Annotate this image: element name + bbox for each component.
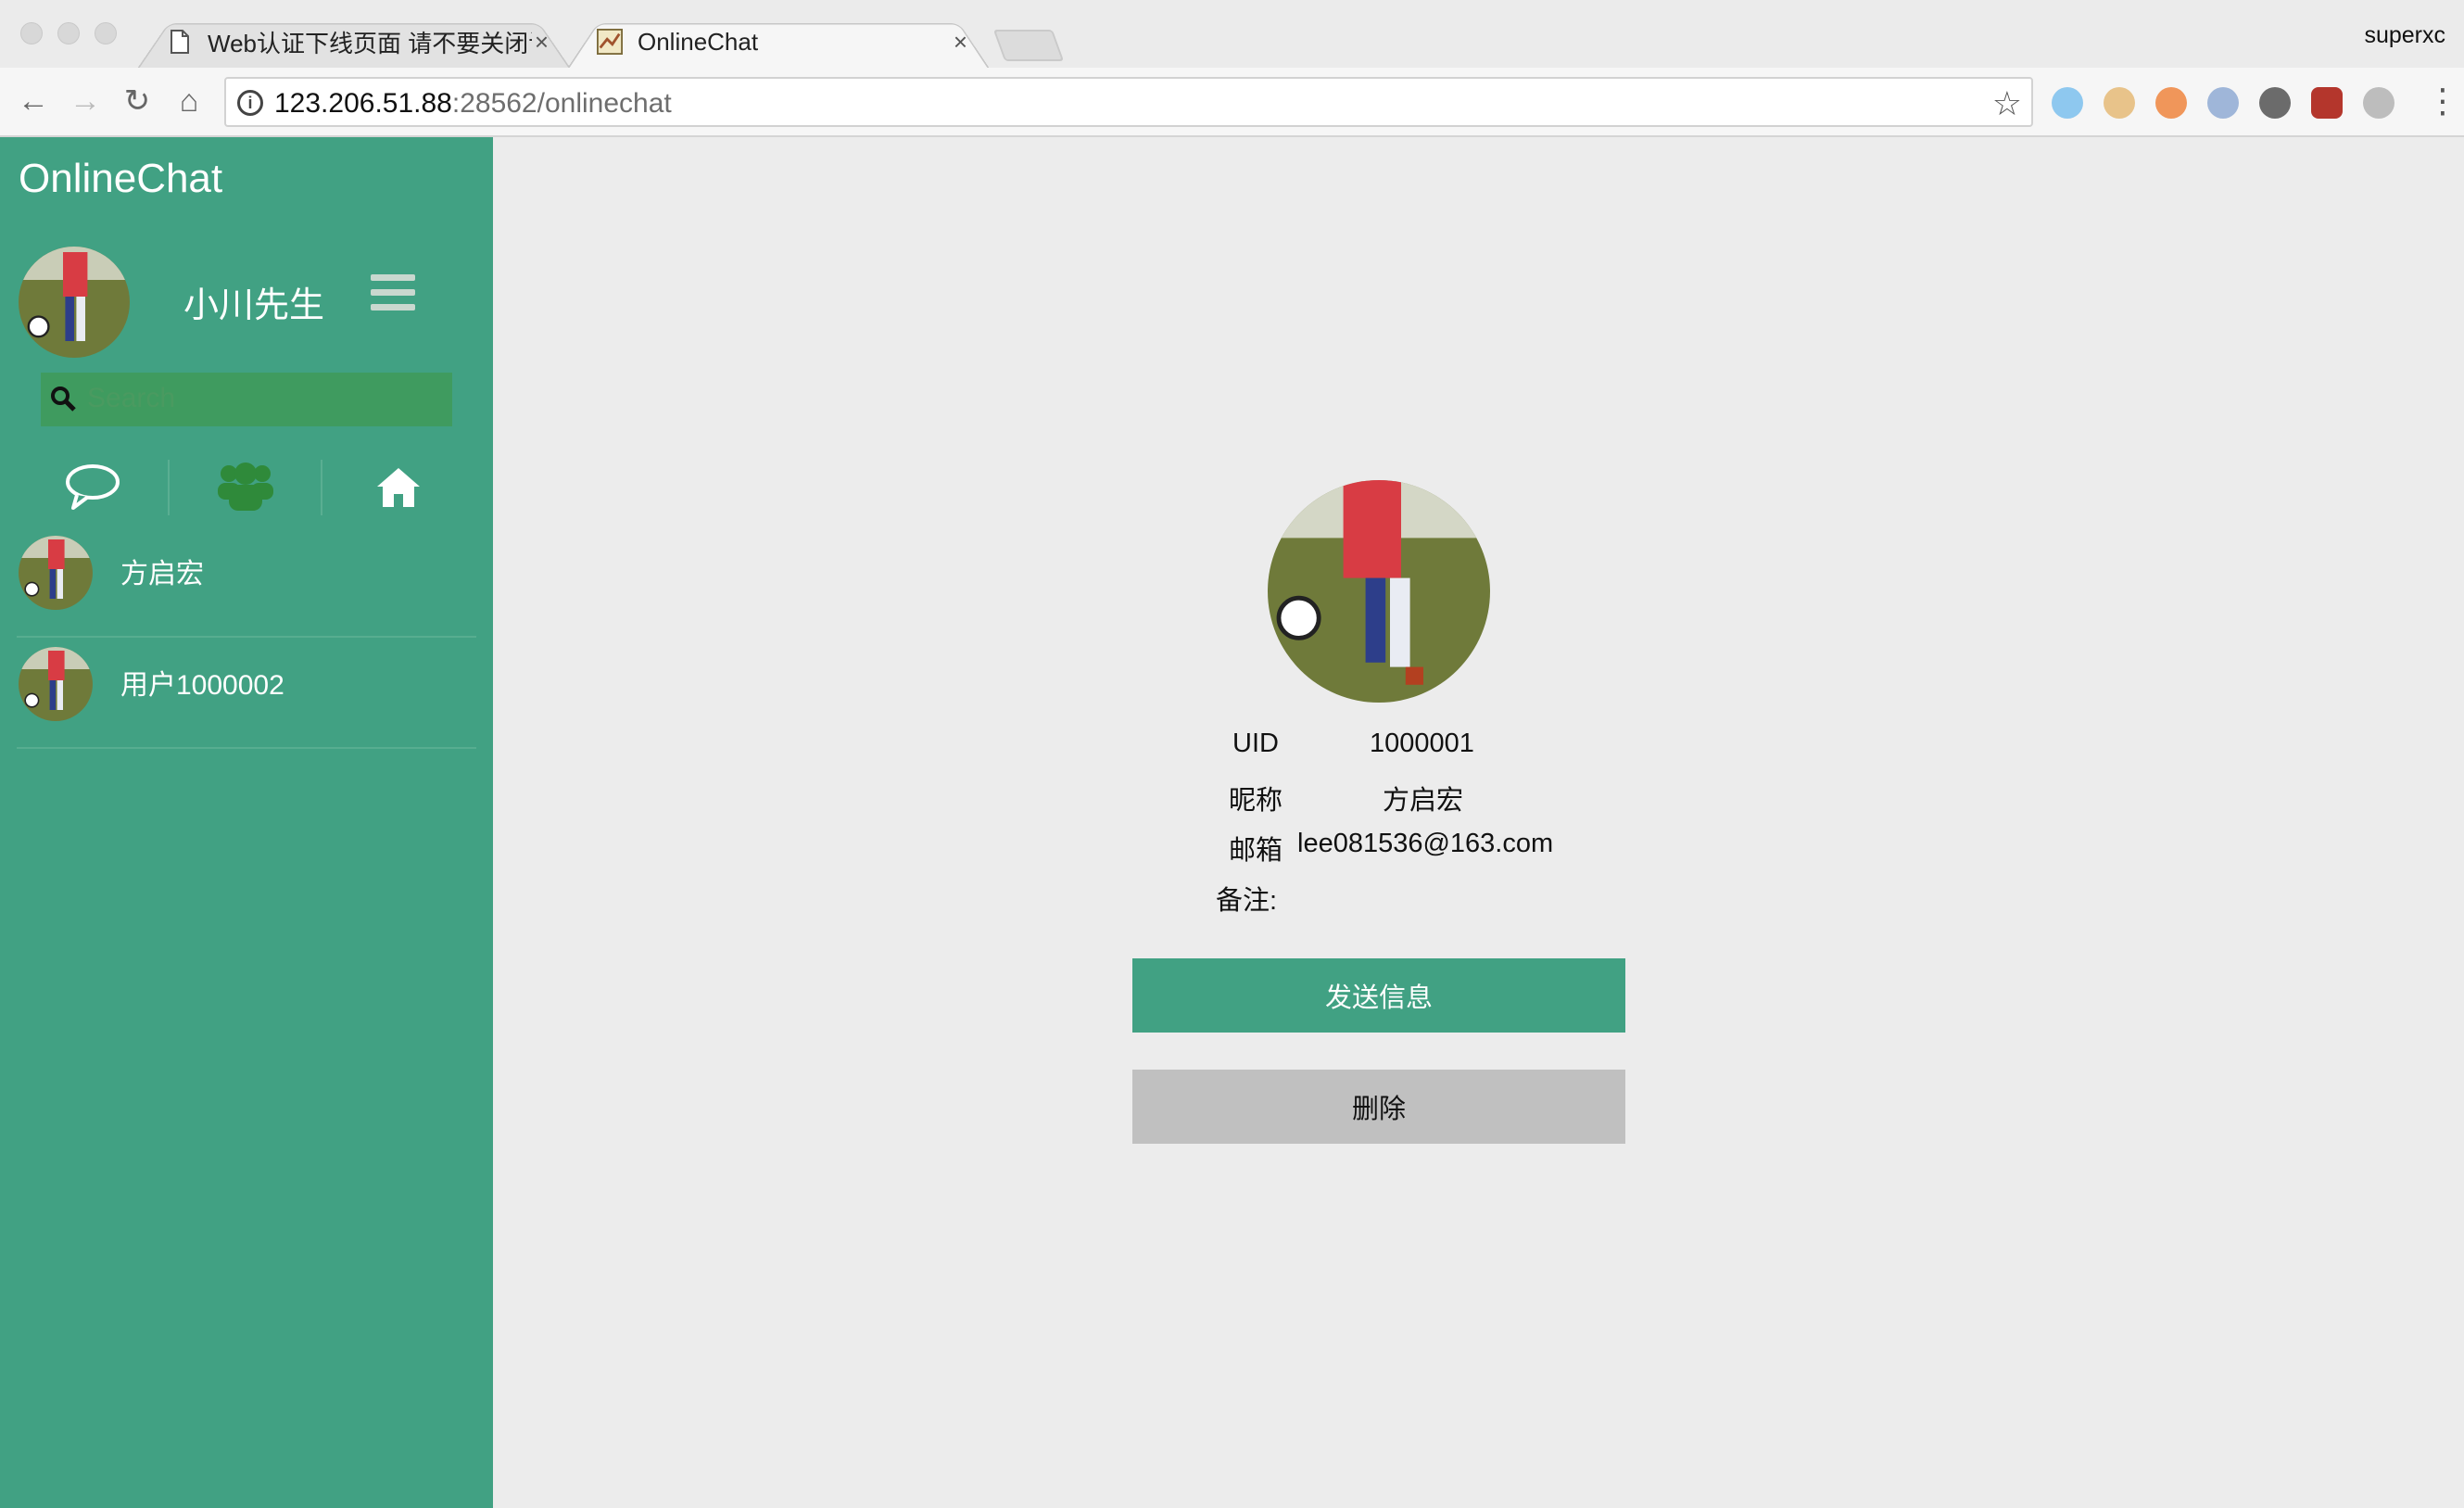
tab-close-icon[interactable]: × [954,28,967,57]
browser-menu-icon[interactable]: ⋮ [2426,82,2459,120]
current-user-name: 小川先生 [183,286,325,325]
window-zoom-button[interactable] [95,22,117,44]
nickname-value: 方启宏 [1383,786,1464,816]
tab-close-icon[interactable]: × [535,28,549,57]
search-input[interactable] [87,380,439,417]
home-icon [377,468,420,507]
contact-name: 方启宏 [120,559,204,589]
tab-title: Web认证下线页面 请不要关闭该 [208,29,532,57]
home-icon[interactable]: ⌂ [171,82,208,120]
remark-label: 备注: [1216,886,1278,916]
bookmark-star-icon[interactable]: ☆ [1992,84,2022,123]
sidebar: OnlineChat 小川先生 方启宏 用户1000002 [0,137,493,1508]
contact-list-item[interactable]: 方启宏 [17,526,476,638]
uid-label: UID [1232,729,1279,758]
nav-chats-button[interactable] [17,450,169,523]
contact-list-item[interactable]: 用户1000002 [17,638,476,749]
document-icon [167,27,193,57]
profile-panel: UID 1000001 昵称 方启宏 邮箱 lee081536@163.com … [493,137,2464,1508]
address-bar[interactable]: i 123.206.51.88:28562/onlinechat ☆ [224,77,2033,127]
search-icon [48,384,78,413]
tab-title: OnlineChat [638,27,759,56]
delete-contact-button[interactable]: 删除 [1132,1070,1625,1144]
user-avatar[interactable] [19,247,130,358]
hamburger-menu-icon[interactable] [371,274,415,311]
contact-name: 用户1000002 [120,670,284,701]
nickname-label: 昵称 [1229,786,1283,816]
extension-dark-icon[interactable] [2259,87,2291,119]
browser-toolbar: ← → ↻ ⌂ i 123.206.51.88:28562/onlinechat… [0,68,2464,137]
browser-tab-web-auth[interactable]: Web认证下线页面 请不要关闭该 × [137,15,571,69]
url-path: :28562/onlinechat [451,88,672,119]
tab-favicon-icon [597,27,623,57]
email-label: 邮箱 [1229,836,1283,866]
extension-orange-icon[interactable] [2155,87,2187,119]
back-arrow-icon[interactable]: ← [15,82,52,120]
extension-translate-icon[interactable] [2207,87,2239,119]
nav-home-button[interactable] [322,450,474,523]
browser-tabstrip: Web认证下线页面 请不要关闭该 × OnlineChat × superxc [0,0,2464,69]
site-info-icon[interactable]: i [237,90,263,116]
group-users-icon [218,463,273,511]
sidebar-nav [17,450,476,523]
window-minimize-button[interactable] [57,22,80,44]
app-title: OnlineChat [19,156,223,201]
chat-bubble-icon [66,464,120,510]
contact-avatar [19,647,93,721]
email-value: lee081536@163.com [1297,829,1554,858]
ublock-shield-icon[interactable] [2311,87,2343,119]
search-box [41,373,452,426]
reload-icon[interactable]: ↻ [119,82,156,120]
new-tab-button[interactable] [992,30,1065,61]
url-host: 123.206.51.88 [274,88,452,119]
browser-tab-onlinechat[interactable]: OnlineChat × [567,15,990,69]
address-url[interactable]: 123.206.51.88:28562/onlinechat [274,88,672,120]
extension-cookie-icon[interactable] [2104,87,2135,119]
extension-gear-icon[interactable] [2363,87,2395,119]
send-message-button[interactable]: 发送信息 [1132,958,1625,1033]
extension-vpn-icon[interactable] [2052,87,2083,119]
browser-profile-name[interactable]: superxc [2364,22,2445,49]
nav-contacts-button[interactable] [170,450,322,523]
contact-avatar [19,536,93,610]
profile-avatar [1268,480,1490,703]
window-close-button[interactable] [20,22,43,44]
forward-arrow-icon[interactable]: → [67,82,104,120]
uid-value: 1000001 [1370,729,1474,758]
